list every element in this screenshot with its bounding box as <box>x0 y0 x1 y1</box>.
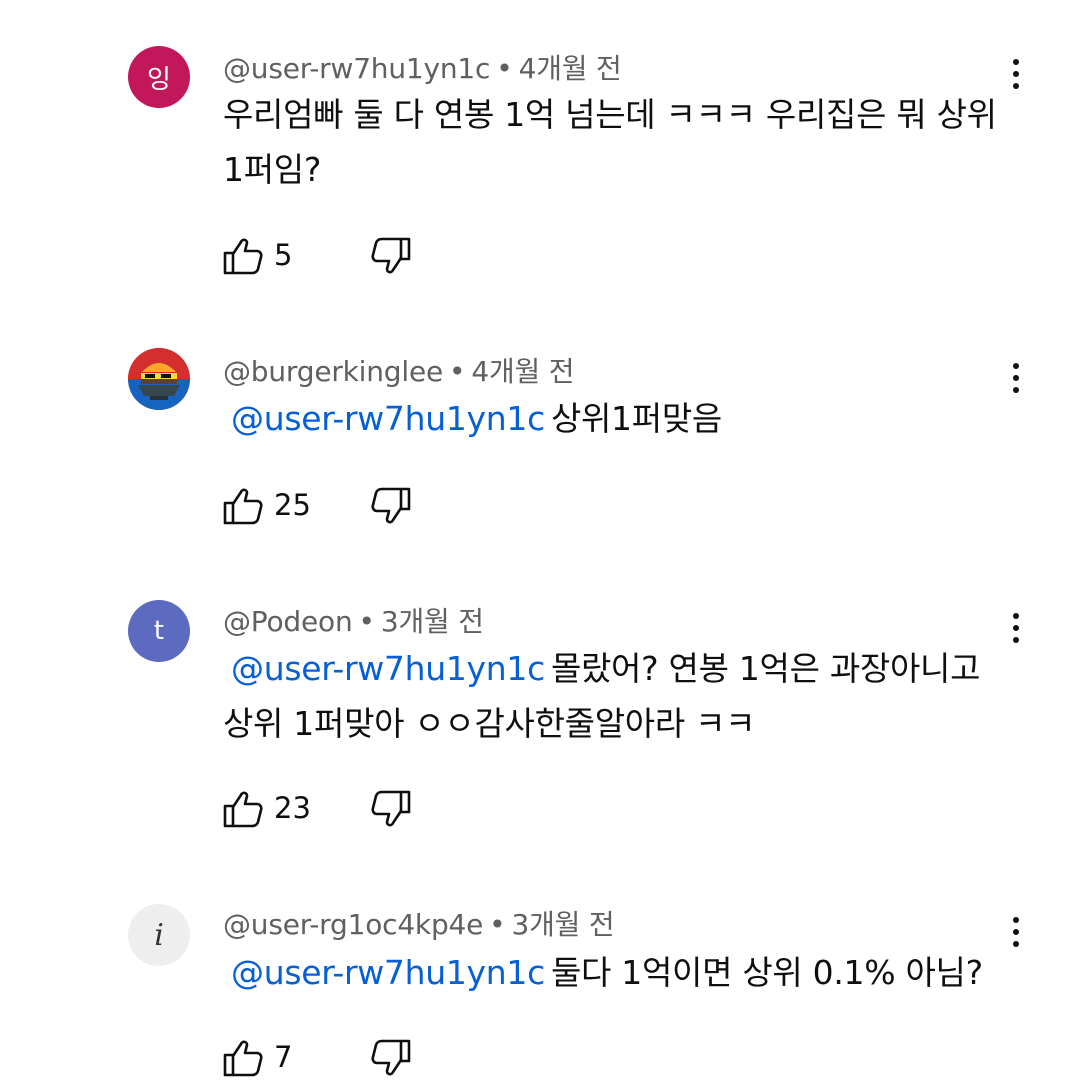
comment-author[interactable]: @user-rg1oc4kp4e <box>223 908 483 941</box>
kebab-dot <box>1013 637 1019 643</box>
comment-time: 4개월 전 <box>518 52 622 85</box>
comment-time: 3개월 전 <box>511 908 615 941</box>
more-vertical-icon <box>1013 59 1019 65</box>
comment-text: @user-rw7hu1yn1c 둘다 1억이면 상위 0.1% 아님? <box>223 945 1003 1000</box>
thumbs-down-icon <box>371 1039 411 1076</box>
meta-separator: • <box>449 355 466 388</box>
comment-time: 4개월 전 <box>471 355 575 388</box>
kebab-dot <box>1013 387 1019 393</box>
meta-separator: • <box>496 52 513 85</box>
like-count: 25 <box>274 488 311 522</box>
dislike-button[interactable] <box>370 236 412 276</box>
more-vertical-icon <box>1013 917 1019 923</box>
thumbs-up-icon <box>223 1040 263 1077</box>
kebab-dot <box>1013 71 1019 77</box>
comment-text: @user-rw7hu1yn1c 상위1퍼맞음 <box>223 391 1003 446</box>
comment-meta: @user-rw7hu1yn1c • 4개월 전 <box>223 47 622 87</box>
avatar-initial: 잉 <box>147 64 171 95</box>
mention-link[interactable]: @user-rw7hu1yn1c <box>231 399 545 438</box>
avatar-initial: i <box>154 917 164 953</box>
comment-body: 상위1퍼맞음 <box>550 399 722 438</box>
thumbs-down-icon <box>371 790 411 827</box>
avatar-initial: t <box>153 616 165 646</box>
like-button[interactable] <box>222 486 264 526</box>
meta-separator: • <box>358 605 376 638</box>
thumbs-up-icon <box>223 238 263 275</box>
more-vertical-icon <box>1013 613 1019 619</box>
dislike-button[interactable] <box>370 486 412 526</box>
kebab-dot <box>1013 375 1019 381</box>
like-button[interactable] <box>222 236 264 276</box>
avatar[interactable]: t <box>128 600 190 662</box>
burger-avatar-icon <box>128 348 190 410</box>
comment-time: 3개월 전 <box>380 605 484 638</box>
comment-meta: @burgerkinglee • 4개월 전 <box>223 350 575 390</box>
thumbs-up-icon <box>223 488 263 525</box>
meta-separator: • <box>489 908 506 941</box>
mention-link[interactable]: @user-rw7hu1yn1c <box>231 953 545 992</box>
more-vertical-icon <box>1013 363 1019 369</box>
thumbs-down-icon <box>371 237 411 274</box>
more-options-button[interactable] <box>1000 912 1032 952</box>
like-button[interactable] <box>222 1038 264 1078</box>
comment-body: 둘다 1억이면 상위 0.1% 아님? <box>550 953 983 992</box>
thumbs-down-icon <box>371 487 411 524</box>
mention-link[interactable]: @user-rw7hu1yn1c <box>231 649 545 688</box>
more-options-button[interactable] <box>1000 608 1032 648</box>
comment-meta: @Podeon • 3개월 전 <box>223 600 484 640</box>
comment-text: 우리엄빠 둘 다 연봉 1억 넘는데 ㅋㅋㅋ 우리집은 뭐 상위 1퍼임? <box>223 87 1003 197</box>
like-count: 23 <box>274 791 311 825</box>
more-options-button[interactable] <box>1000 358 1032 398</box>
avatar[interactable]: i <box>128 904 190 966</box>
like-count: 5 <box>274 238 293 272</box>
comment-text: @user-rw7hu1yn1c 몰랐어? 연봉 1억은 과장아니고 상위 1퍼맞… <box>223 641 983 751</box>
comment-author[interactable]: @burgerkinglee <box>223 355 443 388</box>
more-options-button[interactable] <box>1000 54 1032 94</box>
dislike-button[interactable] <box>370 1038 412 1078</box>
comment-author[interactable]: @Podeon <box>223 605 353 638</box>
avatar[interactable] <box>128 348 190 410</box>
kebab-dot <box>1013 929 1019 935</box>
comment-body: 우리엄빠 둘 다 연봉 1억 넘는데 ㅋㅋㅋ 우리집은 뭐 상위 1퍼임? <box>223 95 997 189</box>
kebab-dot <box>1013 625 1019 631</box>
kebab-dot <box>1013 941 1019 947</box>
thumbs-up-icon <box>223 791 263 828</box>
like-count: 7 <box>274 1040 293 1074</box>
comment-author[interactable]: @user-rw7hu1yn1c <box>223 52 490 85</box>
kebab-dot <box>1013 83 1019 89</box>
dislike-button[interactable] <box>370 789 412 829</box>
avatar[interactable]: 잉 <box>128 46 190 108</box>
like-button[interactable] <box>222 789 264 829</box>
comment-meta: @user-rg1oc4kp4e • 3개월 전 <box>223 903 615 943</box>
